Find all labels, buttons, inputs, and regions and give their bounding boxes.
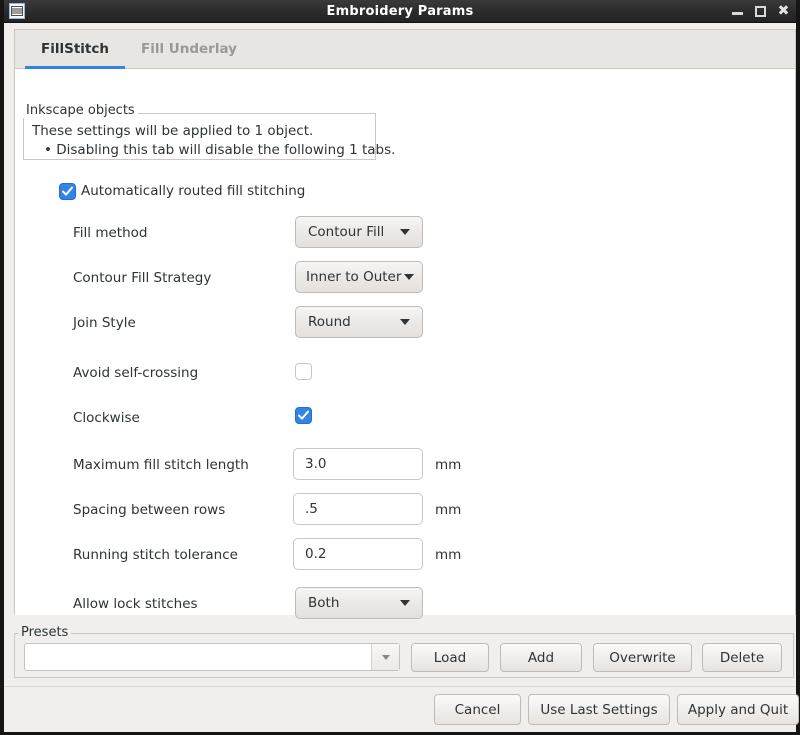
running-stitch-tolerance-label: Running stitch tolerance <box>73 547 238 563</box>
add-preset-label: Add <box>527 649 555 666</box>
maximum-fill-stitch-length-unit: mm <box>435 457 462 473</box>
spacing-between-rows-label: Spacing between rows <box>73 502 226 518</box>
check-icon <box>298 410 309 420</box>
apply-and-quit-label: Apply and Quit <box>687 701 789 718</box>
info-line-2: • Disabling this tab will disable the fo… <box>44 142 396 158</box>
allow-lock-stitches-label: Allow lock stitches <box>73 596 198 612</box>
chevron-down-icon <box>400 600 410 606</box>
fillstitch-panel: Inkscape objects These settings will be … <box>15 69 795 619</box>
contour-fill-strategy-label: Contour Fill Strategy <box>73 270 212 286</box>
maximum-fill-stitch-length-input[interactable]: 3.0 <box>293 448 423 480</box>
chevron-down-icon <box>400 319 410 325</box>
inkscape-objects-info: These settings will be applied to 1 obje… <box>32 122 395 160</box>
maximum-fill-stitch-length-value: 3.0 <box>305 456 327 472</box>
embroidery-app-icon <box>9 3 25 19</box>
running-stitch-tolerance-input[interactable]: 0.2 <box>293 538 423 570</box>
spacing-between-rows-value: .5 <box>305 501 318 517</box>
apply-and-quit-button[interactable]: Apply and Quit <box>677 694 799 725</box>
chevron-down-icon <box>404 274 414 280</box>
presets-legend: Presets <box>18 625 72 640</box>
auto-route-checkbox[interactable] <box>59 183 76 200</box>
join-style-label: Join Style <box>73 315 136 331</box>
tab-fill-underlay-label: Fill Underlay <box>140 41 237 57</box>
fill-method-label: Fill method <box>73 225 148 241</box>
join-style-value: Round <box>308 314 351 330</box>
use-last-settings-label: Use Last Settings <box>540 701 658 718</box>
running-stitch-tolerance-value: 0.2 <box>305 546 327 562</box>
tab-fill-underlay[interactable]: Fill Underlay <box>125 30 253 68</box>
tab-fillstitch-label: FillStitch <box>41 41 109 57</box>
title-bar: Embroidery Params ✖ <box>4 0 796 23</box>
allow-lock-stitches-combo[interactable]: Both <box>295 587 423 619</box>
window-title: Embroidery Params <box>326 3 474 19</box>
maximum-fill-stitch-length-label: Maximum fill stitch length <box>73 457 249 473</box>
overwrite-preset-button[interactable]: Overwrite <box>593 643 692 672</box>
fill-method-combo[interactable]: Contour Fill <box>295 216 423 248</box>
clockwise-label: Clockwise <box>73 410 140 426</box>
maximize-icon[interactable] <box>754 5 767 18</box>
fill-method-value: Contour Fill <box>308 224 385 240</box>
delete-preset-button[interactable]: Delete <box>702 643 782 672</box>
avoid-self-crossing-label: Avoid self-crossing <box>73 365 199 381</box>
check-icon <box>62 186 73 196</box>
chevron-down-icon <box>400 229 410 235</box>
window-controls: ✖ <box>731 0 790 22</box>
preset-select[interactable] <box>24 643 400 671</box>
tab-strip: FillStitch Fill Underlay <box>15 30 795 69</box>
info-line-1: These settings will be applied to 1 obje… <box>32 123 314 139</box>
running-stitch-tolerance-unit: mm <box>435 547 462 563</box>
tab-fillstitch[interactable]: FillStitch <box>25 30 125 69</box>
cancel-label: Cancel <box>454 701 501 718</box>
inkscape-objects-legend: Inkscape objects <box>23 103 138 118</box>
inkscape-objects-frame: These settings will be applied to 1 obje… <box>23 113 395 160</box>
allow-lock-stitches-value: Both <box>308 595 340 611</box>
spacing-between-rows-input[interactable]: .5 <box>293 493 423 525</box>
delete-preset-label: Delete <box>719 649 765 666</box>
contour-fill-strategy-combo[interactable]: Inner to Outer <box>295 261 423 293</box>
load-preset-label: Load <box>433 649 467 666</box>
avoid-self-crossing-checkbox[interactable] <box>295 363 312 380</box>
contour-fill-strategy-value: Inner to Outer <box>306 269 402 285</box>
load-preset-button[interactable]: Load <box>411 643 489 672</box>
minimize-icon[interactable] <box>731 5 744 18</box>
overwrite-preset-label: Overwrite <box>609 649 676 666</box>
auto-route-label: Automatically routed fill stitching <box>81 183 306 199</box>
chevron-down-icon[interactable] <box>371 644 399 670</box>
embroidery-params-window: Embroidery Params ✖ FillStitch Fill Unde… <box>0 0 800 735</box>
close-icon[interactable]: ✖ <box>777 4 790 18</box>
cancel-button[interactable]: Cancel <box>434 694 521 725</box>
tab-notebook: FillStitch Fill Underlay Inkscape object… <box>14 29 796 619</box>
add-preset-button[interactable]: Add <box>500 643 582 672</box>
clockwise-checkbox[interactable] <box>295 407 312 424</box>
join-style-combo[interactable]: Round <box>295 306 423 338</box>
spacing-between-rows-unit: mm <box>435 502 462 518</box>
use-last-settings-button[interactable]: Use Last Settings <box>528 694 670 725</box>
